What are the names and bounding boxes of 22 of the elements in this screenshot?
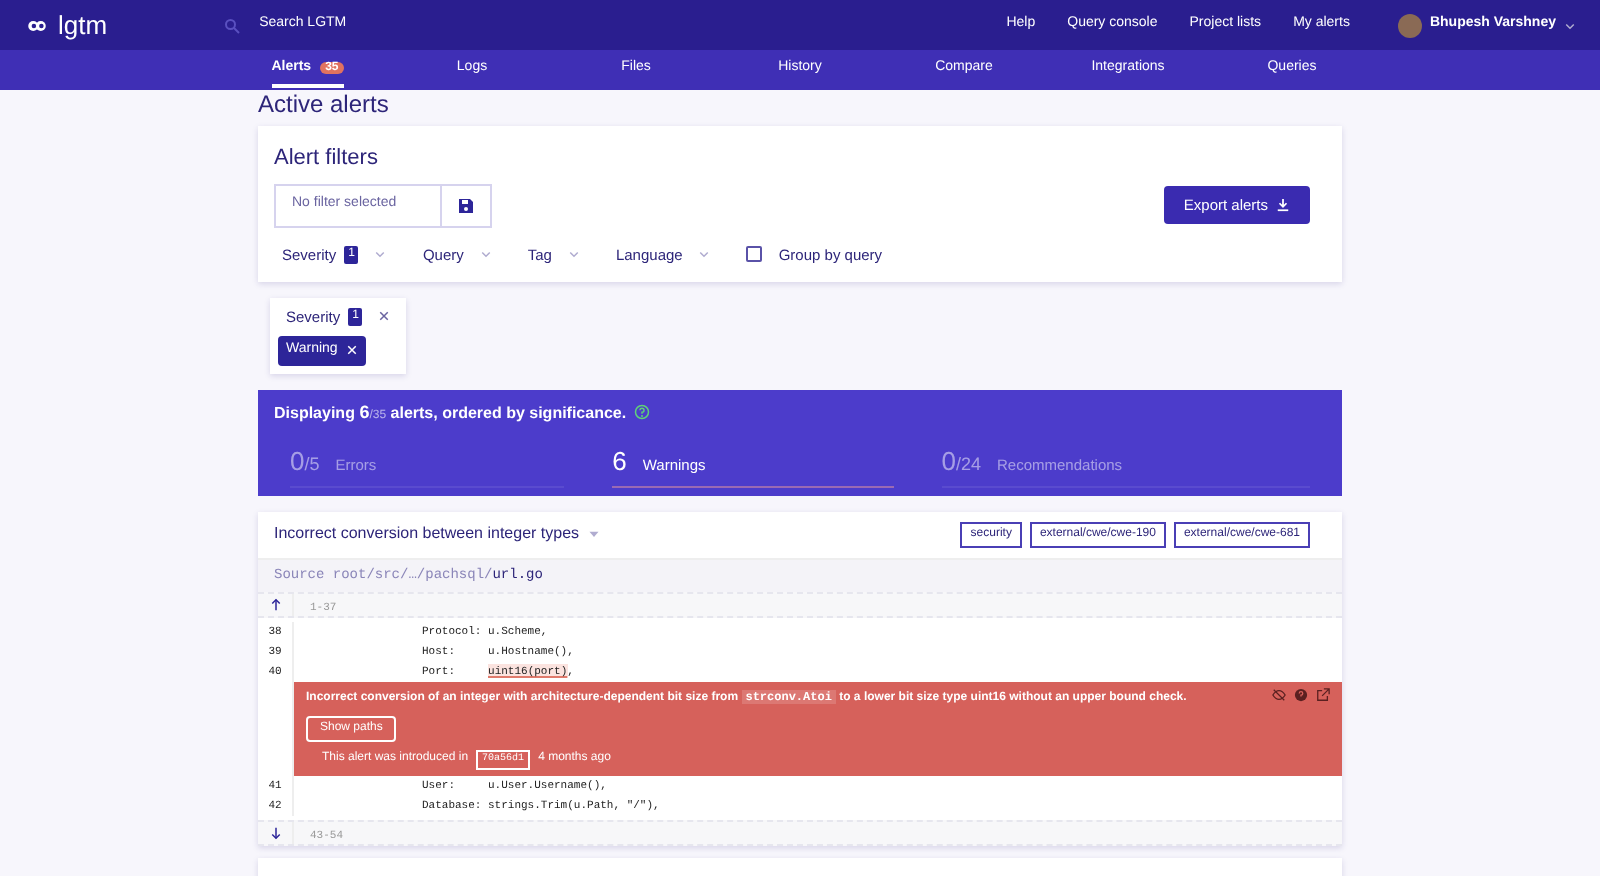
caret-icon [567,248,580,261]
alert-title[interactable]: Incorrect conversion between integer types [274,522,580,546]
arrow-icon[interactable] [269,825,281,839]
close-icon[interactable] [378,310,391,323]
save-icon [458,197,474,213]
logo-icon [24,15,50,35]
caret-icon[interactable] [1564,19,1576,31]
hide-icon[interactable] [1272,688,1286,702]
caret-icon [698,248,711,261]
page-title: Active alerts [258,90,391,118]
arrow-icon[interactable] [269,598,281,612]
save-button[interactable] [442,183,492,227]
brand-name[interactable]: lgtm [58,5,108,45]
help-icon[interactable] [1294,688,1308,702]
search-icon [223,17,240,33]
help-icon [634,404,651,421]
caret-icon [374,248,387,261]
download-icon [1276,198,1290,212]
card-title: Alert filters [274,144,380,174]
caret-icon [479,248,492,261]
external-link-icon[interactable] [1316,688,1330,702]
avatar-icon [1397,13,1422,37]
